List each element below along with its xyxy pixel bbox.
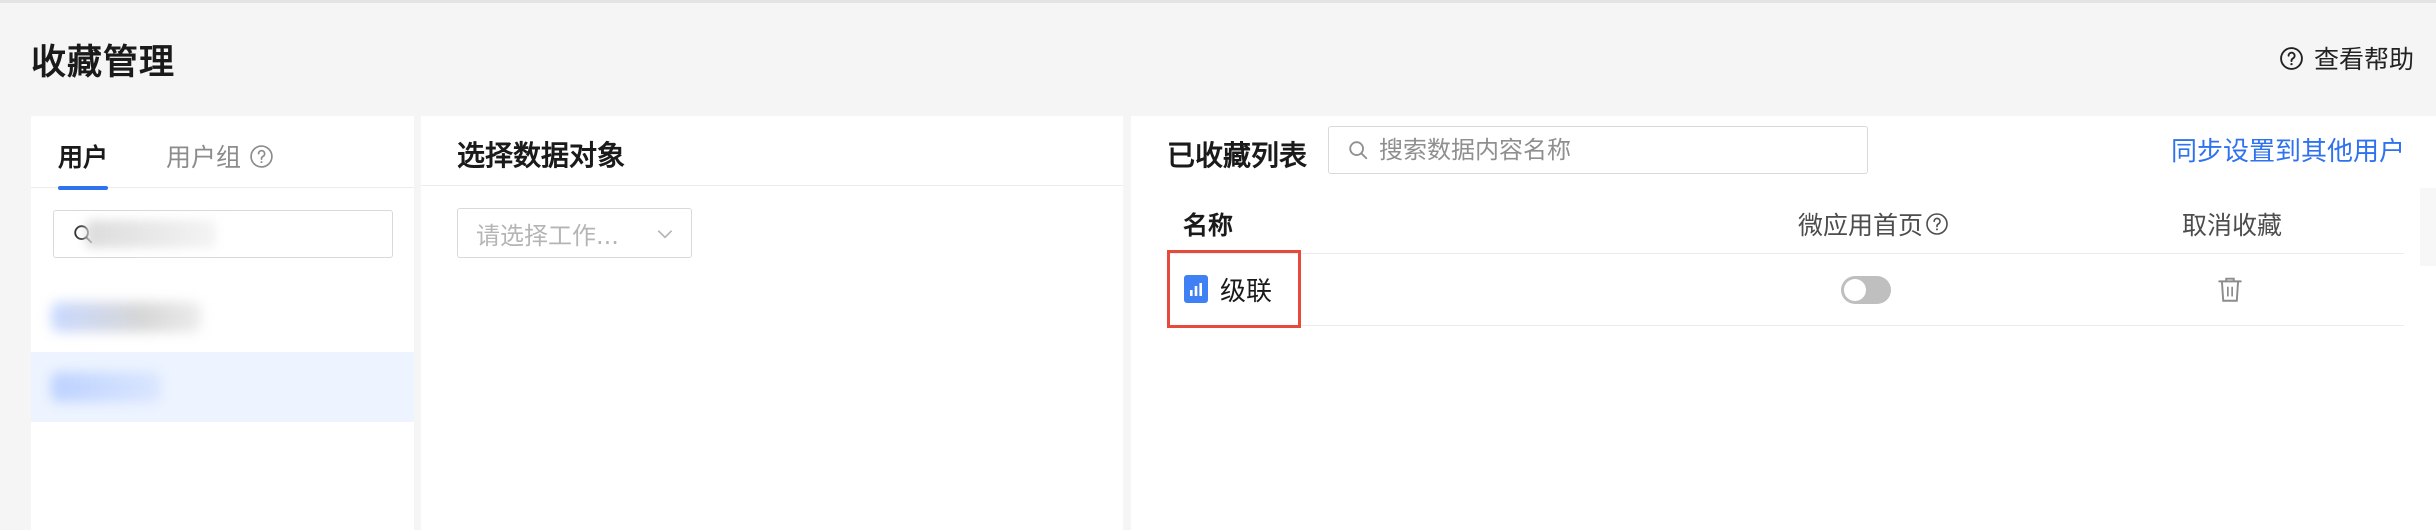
chevron-down-icon xyxy=(657,230,673,239)
favorites-search-input[interactable] xyxy=(1379,136,1859,164)
favorite-name: 级联 xyxy=(1220,276,1273,307)
toggle-knob xyxy=(1844,279,1866,301)
select-data-title: 选择数据对象 xyxy=(457,139,626,172)
page-title: 收藏管理 xyxy=(31,43,176,83)
users-panel: 用户 用户组 xyxy=(31,116,414,530)
favorites-table: 名称 微应用首页 取消收藏 级联 xyxy=(1167,188,2404,328)
table-scrollbar-track[interactable] xyxy=(2420,188,2436,266)
tab-user-groups[interactable]: 用户组 xyxy=(166,138,274,174)
question-circle-icon[interactable] xyxy=(249,144,274,169)
workspace-select[interactable]: 请选择工作... xyxy=(457,208,692,258)
select-data-panel: 选择数据对象 请选择工作... xyxy=(421,116,1123,530)
favorites-list-panel: 已收藏列表 同步设置到其他用户 名称 微应用首页 取消收藏 xyxy=(1131,116,2436,530)
question-circle-icon[interactable] xyxy=(1925,212,1949,236)
redacted-search-text xyxy=(86,220,216,248)
favorites-list-title: 已收藏列表 xyxy=(1167,139,1308,172)
column-header-unfavorite-label: 取消收藏 xyxy=(2182,211,2283,240)
redacted-user-name xyxy=(51,372,161,402)
column-header-micro-app-home: 微应用首页 xyxy=(1798,206,1949,242)
tab-user-groups-label: 用户组 xyxy=(166,143,242,172)
favorites-search-box[interactable] xyxy=(1328,126,1868,174)
column-header-unfavorite: 取消收藏 xyxy=(2182,206,2282,242)
tab-users[interactable]: 用户 xyxy=(58,138,109,190)
trash-icon[interactable] xyxy=(2217,276,2243,304)
micro-app-home-toggle[interactable] xyxy=(1841,276,1891,304)
workspace-select-placeholder: 请选择工作... xyxy=(476,221,619,250)
column-header-name: 名称 xyxy=(1183,206,1233,242)
top-divider xyxy=(0,0,2436,3)
help-label: 查看帮助 xyxy=(2313,45,2414,74)
column-header-name-label: 名称 xyxy=(1183,211,1234,240)
question-circle-icon xyxy=(2280,46,2303,70)
bar-chart-icon xyxy=(1184,275,1208,303)
sync-to-other-users-link[interactable]: 同步设置到其他用户 xyxy=(2171,131,2405,168)
tab-users-label: 用户 xyxy=(58,143,109,172)
help-button[interactable]: 查看帮助 xyxy=(2279,40,2414,76)
user-tabs: 用户 用户组 xyxy=(31,116,414,190)
user-list-item-selected[interactable] xyxy=(31,352,414,422)
favorite-name-cell-highlighted[interactable]: 级联 xyxy=(1167,250,1301,328)
redacted-user-name xyxy=(51,302,201,332)
user-list-item[interactable] xyxy=(31,282,414,352)
table-header: 名称 微应用首页 取消收藏 xyxy=(1167,188,2404,254)
select-data-header: 选择数据对象 xyxy=(421,116,1123,186)
column-header-micro-app-home-label: 微应用首页 xyxy=(1798,211,1924,240)
table-row: 级联 xyxy=(1167,250,2404,328)
search-icon xyxy=(1349,141,1368,160)
